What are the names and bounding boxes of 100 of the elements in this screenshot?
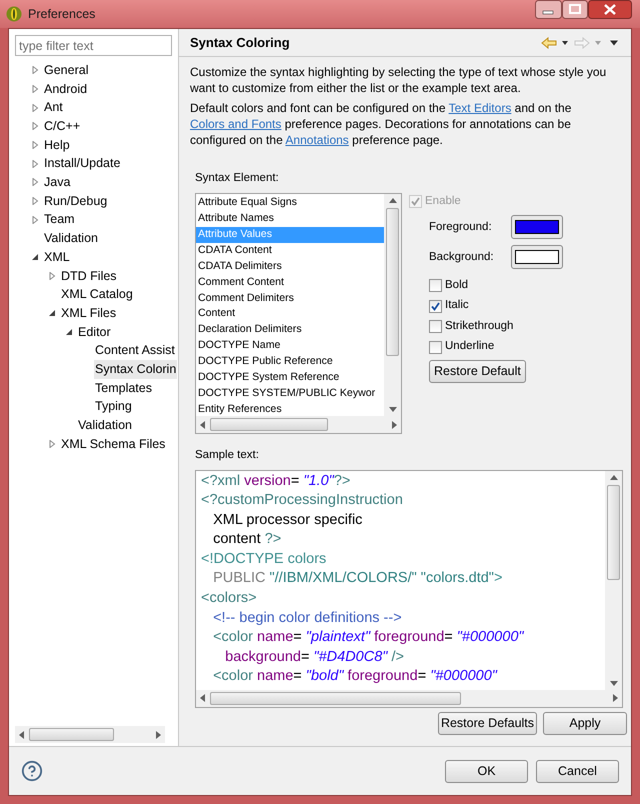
horizontal-scrollbar[interactable] xyxy=(15,726,165,743)
code-line: PUBLIC "//IBM/XML/COLORS/" "colors.dtd"> xyxy=(212,569,504,588)
list-item[interactable]: Content xyxy=(196,306,384,322)
tree-item[interactable]: Templates xyxy=(94,378,153,398)
scroll-down-icon[interactable] xyxy=(388,407,396,412)
list-item[interactable]: Entity References xyxy=(196,402,384,416)
collapsed-arrow-icon[interactable] xyxy=(31,216,39,224)
collapsed-arrow-icon[interactable] xyxy=(31,141,39,150)
tree-item[interactable]: XML Files xyxy=(60,304,118,323)
checkbox[interactable] xyxy=(429,340,442,354)
tree-item[interactable]: Android xyxy=(43,80,88,98)
collapsed-arrow-icon[interactable] xyxy=(31,66,39,74)
scroll-left-icon[interactable] xyxy=(200,420,206,429)
code-line: <?customProcessingInstruction xyxy=(201,491,404,510)
checkbox-label: Bold xyxy=(445,278,468,293)
tree-item[interactable]: XML Schema Files xyxy=(60,434,166,454)
tree-item[interactable]: Install/Update xyxy=(43,154,122,174)
code-line: <?xml version= "1.0"?> xyxy=(201,472,352,490)
collapsed-arrow-icon[interactable] xyxy=(31,197,39,206)
scroll-left-icon[interactable] xyxy=(200,694,206,702)
checkbox[interactable] xyxy=(429,279,442,292)
tree-item[interactable]: C/C++ xyxy=(43,117,82,136)
list-item[interactable]: CDATA Delimiters xyxy=(196,258,384,275)
scroll-up-icon[interactable] xyxy=(610,474,618,480)
description-text: Default colors and font can be configured on the Text Editors and on the Colors and Fonts preference pages. Decorations for annotations can be configured on the Annotations preference page. xyxy=(190,100,572,148)
collapsed-arrow-icon[interactable] xyxy=(31,160,39,168)
tree-item[interactable]: Validation xyxy=(77,416,133,435)
collapsed-arrow-icon[interactable] xyxy=(48,440,56,448)
apply-button[interactable]: Apply xyxy=(543,712,627,734)
collapsed-arrow-icon[interactable] xyxy=(48,272,56,280)
section-label: Syntax Element: xyxy=(195,171,280,186)
ok-button[interactable]: OK xyxy=(445,760,528,782)
restore-defaults-button[interactable]: Restore Defaults xyxy=(438,712,537,734)
collapsed-arrow-icon[interactable] xyxy=(31,122,39,130)
list-item[interactable]: Declaration Delimiters xyxy=(196,322,384,338)
vertical-scrollbar[interactable] xyxy=(605,470,622,690)
color-picker-button[interactable] xyxy=(511,245,563,270)
expanded-arrow-icon[interactable] xyxy=(31,253,39,262)
code-line: <!DOCTYPE colors xyxy=(201,550,328,569)
tree-item[interactable]: Help xyxy=(43,136,71,154)
horizontal-scrollbar[interactable] xyxy=(196,690,622,706)
tree-item[interactable]: Team xyxy=(43,210,76,230)
cancel-button[interactable]: Cancel xyxy=(536,760,619,782)
tree-item[interactable]: Syntax Colorin xyxy=(94,360,178,379)
checkbox-label: Italic xyxy=(445,298,469,314)
tree-item[interactable]: Java xyxy=(43,173,72,192)
minimize-icon[interactable] xyxy=(535,0,562,19)
help-icon[interactable] xyxy=(21,760,43,782)
list-item[interactable]: Comment Content xyxy=(196,274,384,291)
collapsed-arrow-icon[interactable] xyxy=(31,104,39,112)
close-icon[interactable] xyxy=(588,0,632,19)
tree-item[interactable]: DTD Files xyxy=(60,266,118,286)
collapsed-arrow-icon[interactable] xyxy=(31,178,39,186)
tree-item[interactable]: Content Assist xyxy=(94,341,176,360)
horizontal-scrollbar[interactable] xyxy=(196,416,401,434)
filter-field[interactable]: type filter text xyxy=(15,35,172,56)
dropdown-caret-icon[interactable] xyxy=(559,40,571,46)
color-picker-button[interactable] xyxy=(511,215,563,240)
list-item[interactable]: DOCTYPE SYSTEM/PUBLIC Keywor xyxy=(196,386,384,402)
vertical-scrollbar[interactable] xyxy=(384,194,401,416)
code-line: <color name= "bold" foreground= "#000000" xyxy=(212,667,498,686)
scroll-down-icon[interactable] xyxy=(610,680,618,686)
tree-item[interactable]: Editor xyxy=(77,322,112,342)
code-line: <!-- begin color definitions --> xyxy=(212,608,403,628)
preference-link[interactable]: Text Editors xyxy=(448,101,512,115)
preference-link[interactable]: Colors and Fonts xyxy=(190,117,282,131)
list-item[interactable]: CDATA Content xyxy=(196,242,384,259)
list-item[interactable]: DOCTYPE Public Reference xyxy=(196,354,384,370)
tree-item[interactable]: Validation xyxy=(43,229,99,248)
tree-item[interactable]: XML xyxy=(43,248,71,267)
list-item[interactable]: DOCTYPE Name xyxy=(196,338,384,354)
tree-item[interactable]: Ant xyxy=(43,98,64,118)
view-menu-icon[interactable] xyxy=(608,40,620,46)
sample-text-area[interactable] xyxy=(195,470,623,708)
code-line: content ?> xyxy=(212,530,282,550)
list-item[interactable]: Comment Delimiters xyxy=(196,290,384,306)
tree-item[interactable]: General xyxy=(43,60,90,80)
tree-item[interactable]: Run/Debug xyxy=(43,192,108,211)
collapsed-arrow-icon[interactable] xyxy=(31,85,39,94)
restore-default-button[interactable]: Restore Default xyxy=(429,360,526,384)
list-item[interactable]: Attribute Names xyxy=(196,211,384,228)
checkbox[interactable] xyxy=(429,320,442,333)
scroll-left-icon[interactable] xyxy=(19,730,25,738)
checkbox[interactable] xyxy=(429,300,442,312)
list-item[interactable]: DOCTYPE System Reference xyxy=(196,370,384,386)
section-label: Sample text: xyxy=(195,448,260,464)
color-label: Foreground: xyxy=(429,220,493,235)
scroll-up-icon[interactable] xyxy=(388,198,396,204)
scroll-right-icon[interactable] xyxy=(391,420,397,429)
expanded-arrow-icon[interactable] xyxy=(65,328,73,336)
list-item[interactable]: Attribute Equal Signs xyxy=(196,195,384,212)
expanded-arrow-icon[interactable] xyxy=(48,309,56,318)
preference-link[interactable]: Annotations xyxy=(285,133,349,147)
code-line: <colors> xyxy=(201,589,258,608)
maximize-icon[interactable] xyxy=(562,0,588,19)
scroll-right-icon[interactable] xyxy=(612,694,618,702)
tree-item[interactable]: XML Catalog xyxy=(60,285,134,304)
code-line: XML processor specific xyxy=(212,510,364,530)
scroll-right-icon[interactable] xyxy=(155,730,161,738)
tree-item[interactable]: Typing xyxy=(94,397,133,416)
